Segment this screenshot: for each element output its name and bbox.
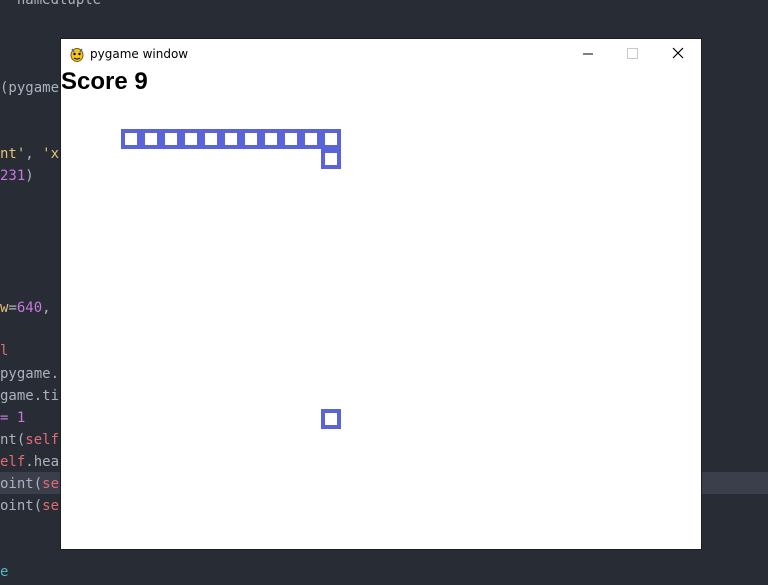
snake-segment xyxy=(201,129,221,149)
code-line: game.ti xyxy=(0,385,59,407)
code-token: se xyxy=(42,498,60,514)
close-icon xyxy=(672,47,684,59)
code-token: = xyxy=(8,300,17,316)
code-token: 640 xyxy=(16,300,43,316)
close-button[interactable] xyxy=(655,39,701,69)
code-token: nt' xyxy=(0,146,26,162)
code-line: l xyxy=(0,340,8,362)
score-label: Score 9 xyxy=(61,68,148,95)
snake-segment xyxy=(321,129,341,149)
code-token: oint( xyxy=(0,476,43,492)
code-token: elf xyxy=(0,454,26,470)
window-titlebar[interactable]: pygame window xyxy=(61,39,701,69)
snake-segment xyxy=(221,129,241,149)
code-token: 1 xyxy=(16,410,26,426)
maximize-button[interactable] xyxy=(611,39,657,69)
code-line: namedtuple xyxy=(0,0,101,11)
code-line: (pygame xyxy=(0,77,59,99)
code-token: ) xyxy=(25,168,34,184)
code-token: game.ti xyxy=(0,388,60,404)
code-token: = xyxy=(0,410,17,426)
code-token: , xyxy=(25,146,43,162)
code-token: , xyxy=(42,300,51,316)
code-token: se xyxy=(42,476,60,492)
snake-head xyxy=(321,149,341,169)
code-token: l xyxy=(0,343,9,359)
snake-segment xyxy=(161,129,181,149)
code-line: = 1 xyxy=(0,407,25,429)
code-token: nt( xyxy=(0,432,26,448)
code-line: w=640, xyxy=(0,297,51,319)
code-line: e xyxy=(0,561,8,583)
snake-segment xyxy=(241,129,261,149)
maximize-icon xyxy=(627,48,638,59)
window-title: pygame window xyxy=(90,47,189,61)
game-canvas[interactable]: Score 9 xyxy=(61,69,701,549)
code-token: 231 xyxy=(0,168,26,184)
code-token: namedtuple xyxy=(0,0,102,8)
code-token: self xyxy=(25,432,60,448)
pygame-icon xyxy=(70,48,84,62)
code-line: oint(se xyxy=(0,473,59,495)
code-token: .hea xyxy=(25,454,60,470)
code-line: elf.hea xyxy=(0,451,59,473)
snake-segment xyxy=(121,129,141,149)
code-token: 'x xyxy=(42,146,60,162)
snake-segment xyxy=(141,129,161,149)
code-token: (pygame xyxy=(0,80,60,96)
code-token: pygame. xyxy=(0,366,60,382)
code-line: nt', 'x xyxy=(0,143,59,165)
minimize-button[interactable] xyxy=(565,39,611,69)
minimize-icon xyxy=(583,53,593,55)
food-block xyxy=(321,409,341,429)
code-line: 231) xyxy=(0,165,34,187)
snake-segment xyxy=(181,129,201,149)
snake-segment xyxy=(301,129,321,149)
code-token: e xyxy=(0,564,9,580)
code-line: nt(self xyxy=(0,429,59,451)
code-token: oint( xyxy=(0,498,43,514)
snake-segment xyxy=(281,129,301,149)
code-line: oint(se xyxy=(0,495,59,517)
pygame-window: pygame window Score 9 xyxy=(61,39,701,549)
code-line: pygame. xyxy=(0,363,59,385)
snake-segment xyxy=(261,129,281,149)
